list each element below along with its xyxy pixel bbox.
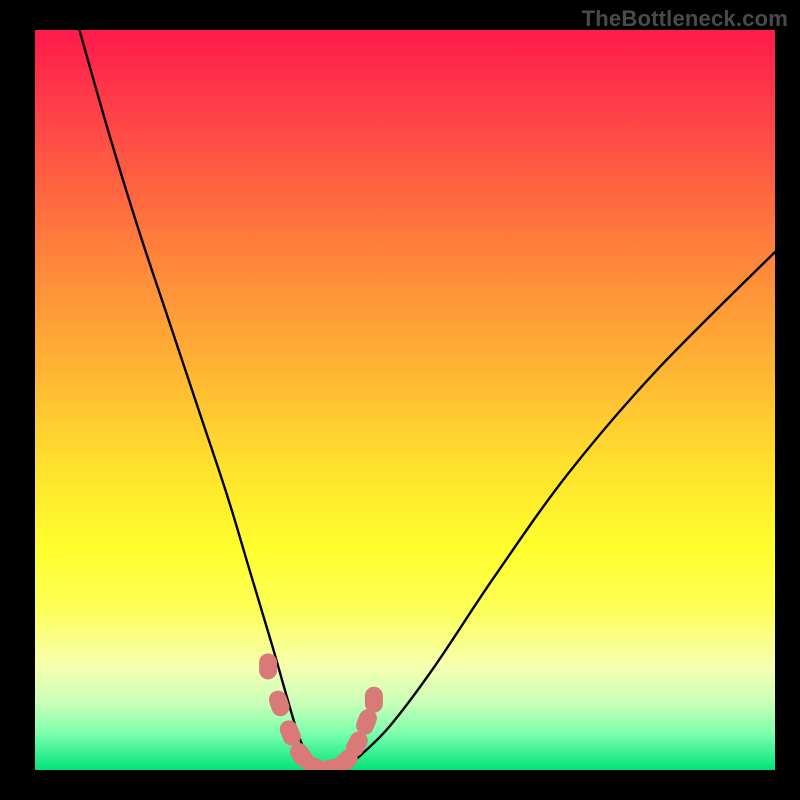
marker-dot [259,653,277,679]
chart-frame: TheBottleneck.com [0,0,800,800]
marker-dot [365,687,383,713]
watermark-text: TheBottleneck.com [582,6,788,32]
plot-area [35,30,775,770]
marker-dot [267,688,292,718]
bottleneck-curve [79,30,775,770]
curve-svg [35,30,775,770]
